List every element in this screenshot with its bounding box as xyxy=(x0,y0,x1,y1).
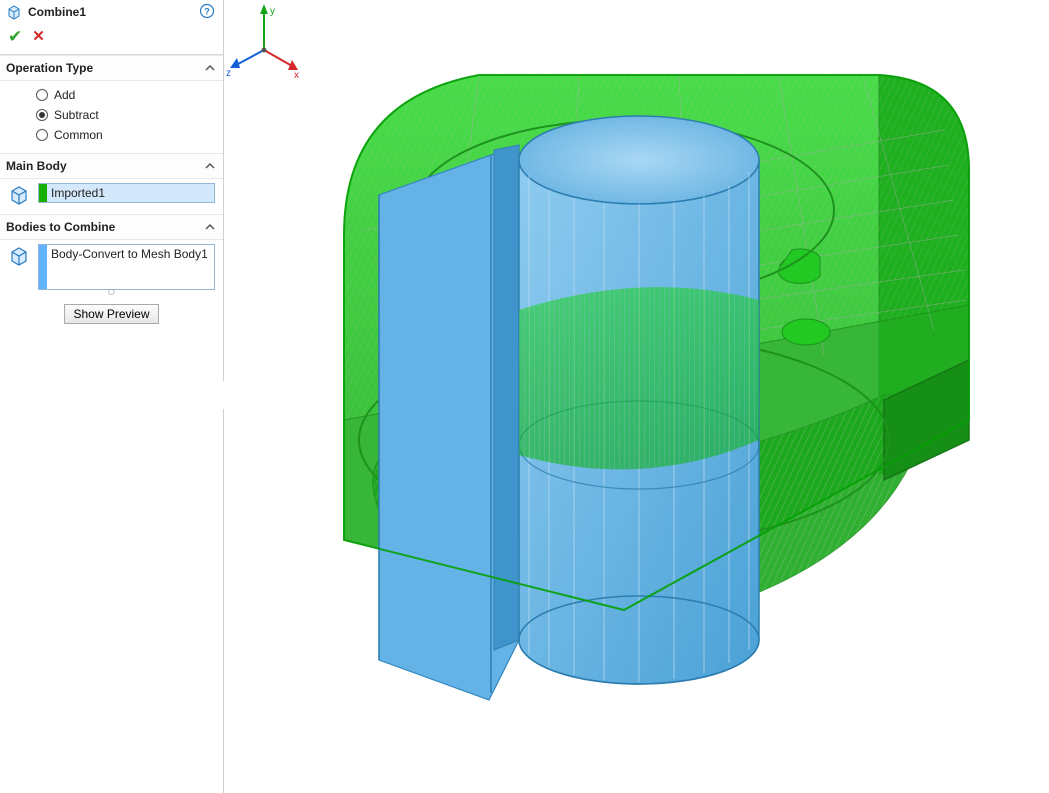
section-title: Bodies to Combine xyxy=(6,220,115,234)
axis-label-y: y xyxy=(270,6,275,17)
orientation-triad[interactable]: y x z xyxy=(224,0,304,80)
radio-icon xyxy=(36,109,48,121)
section-header-operation-type[interactable]: Operation Type xyxy=(0,55,223,81)
section-title: Main Body xyxy=(6,159,67,173)
axis-label-x: x xyxy=(294,70,299,80)
help-button[interactable]: ? xyxy=(199,3,215,22)
feature-title: Combine1 xyxy=(28,5,199,19)
radio-subtract[interactable]: Subtract xyxy=(36,105,215,125)
radio-label: Add xyxy=(54,88,75,102)
ok-cancel-bar: ✔ ✕ xyxy=(0,24,223,54)
svg-text:?: ? xyxy=(204,6,210,16)
radio-label: Common xyxy=(54,128,103,142)
bodies-to-combine-body: Body-Convert to Mesh Body1 ○ Show Previe… xyxy=(0,240,223,332)
chevron-up-icon xyxy=(203,220,217,234)
property-manager-panel: Combine1 ? ✔ ✕ Operation Type xyxy=(0,0,224,793)
section-title: Operation Type xyxy=(6,61,93,75)
graphics-viewport[interactable]: y x z xyxy=(224,0,1049,793)
radio-icon xyxy=(36,89,48,101)
section-header-bodies-to-combine[interactable]: Bodies to Combine xyxy=(0,214,223,240)
radio-label: Subtract xyxy=(54,108,99,122)
show-preview-button[interactable]: Show Preview xyxy=(64,304,158,324)
radio-icon xyxy=(36,129,48,141)
feature-header: Combine1 ? xyxy=(0,0,223,24)
feature-icon xyxy=(6,4,22,20)
ok-button[interactable]: ✔ xyxy=(8,28,22,45)
section-header-main-body[interactable]: Main Body xyxy=(0,153,223,179)
chevron-up-icon xyxy=(203,159,217,173)
mesh-body-front-overlay xyxy=(519,287,759,469)
radio-add[interactable]: Add xyxy=(36,85,215,105)
chevron-up-icon xyxy=(203,61,217,75)
bodies-to-combine-field[interactable]: Body-Convert to Mesh Body1 xyxy=(38,244,215,290)
model-scene xyxy=(224,0,1049,793)
main-body-body: Imported1 xyxy=(0,179,223,214)
axis-label-z: z xyxy=(226,68,231,79)
main-body-value: Imported1 xyxy=(47,184,214,202)
body-icon[interactable] xyxy=(8,184,30,206)
resize-grip[interactable]: ○ xyxy=(8,289,215,298)
cancel-button[interactable]: ✕ xyxy=(32,29,45,44)
bodies-to-combine-item: Body-Convert to Mesh Body1 xyxy=(47,245,214,289)
operation-type-body: Add Subtract Common xyxy=(0,81,223,153)
body-icon[interactable] xyxy=(8,245,30,267)
radio-common[interactable]: Common xyxy=(36,125,215,145)
selection-marker xyxy=(39,245,47,289)
selection-marker xyxy=(39,184,47,202)
main-body-field[interactable]: Imported1 xyxy=(38,183,215,203)
